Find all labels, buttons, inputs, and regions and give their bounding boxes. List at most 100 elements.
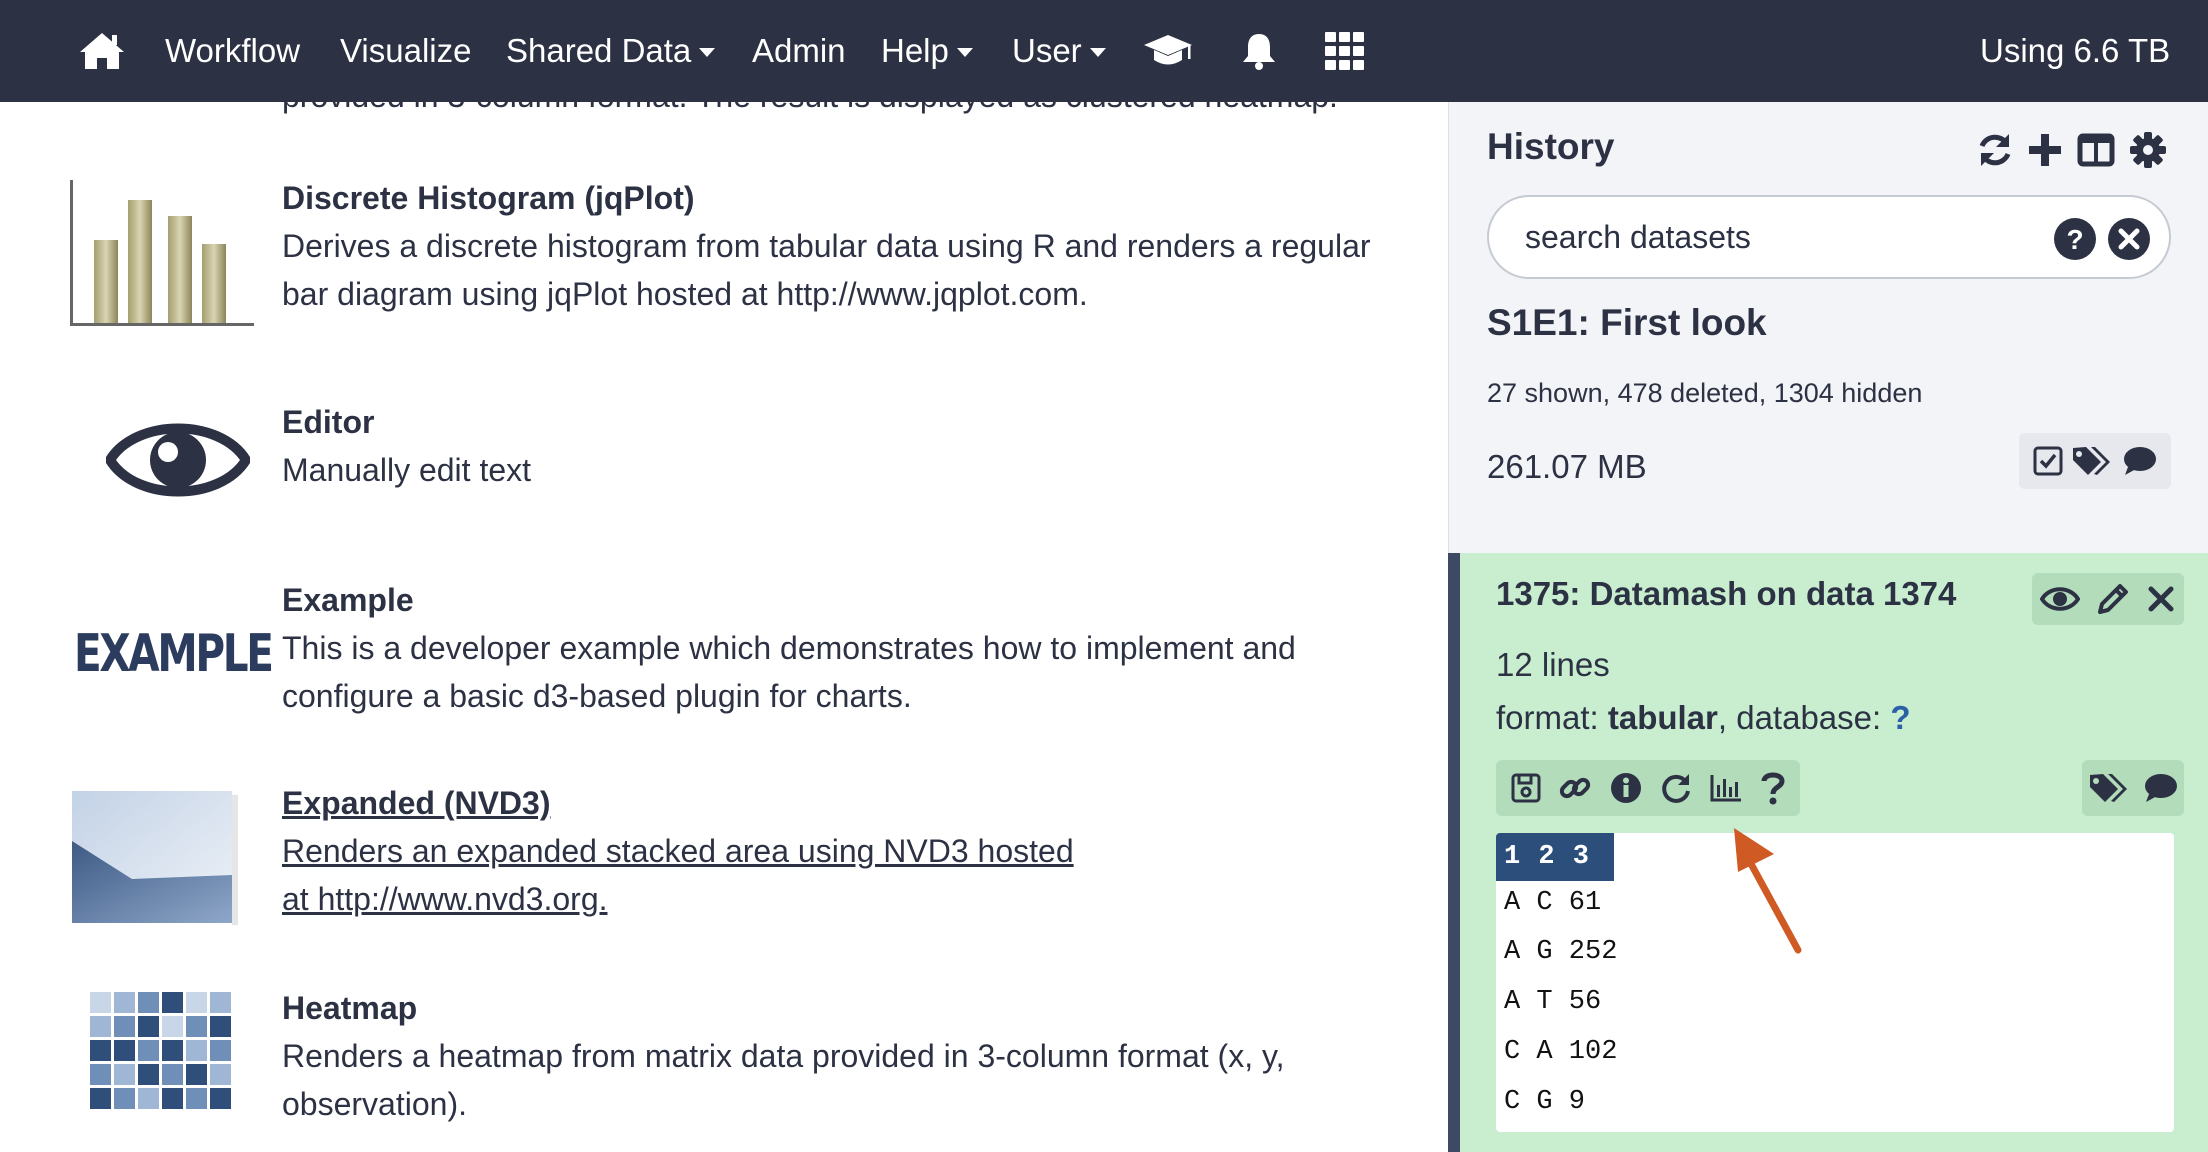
history-stats: 27 shown, 478 deleted, 1304 hidden — [1487, 378, 1923, 408]
clear-search-icon[interactable] — [2107, 217, 2151, 261]
plugin-description: Derives a discrete histogram from tabula… — [282, 228, 1371, 312]
heatmap-cell — [186, 1040, 207, 1061]
visualization-list: provided in 3-column format. The result … — [0, 102, 1448, 1152]
chevron-down-icon — [699, 47, 716, 57]
columns-icon[interactable] — [2077, 130, 2115, 170]
visualize-icon[interactable] — [1709, 773, 1743, 803]
heatmap-cell — [186, 992, 207, 1013]
heatmap-cell — [90, 1064, 111, 1085]
nav-workflow[interactable]: Workflow — [165, 0, 300, 102]
delete-icon[interactable] — [2146, 584, 2176, 614]
heatmap-cell — [210, 1016, 231, 1037]
nav-help-label: Help — [881, 32, 949, 69]
heatmap-cell — [186, 1016, 207, 1037]
heatmap-cell — [114, 1016, 135, 1037]
plugin-heatmap[interactable]: Heatmap Renders a heatmap from matrix da… — [0, 990, 1448, 1122]
peek-header: 1 2 3 — [1496, 833, 1614, 881]
top-navbar: Workflow Visualize Shared Data Admin Hel… — [0, 0, 2208, 102]
help-icon[interactable]: ? — [2053, 217, 2097, 261]
plugin-title: Heatmap — [282, 990, 418, 1026]
format-value: tabular — [1607, 699, 1718, 736]
select-checkbox-icon[interactable] — [2032, 445, 2064, 477]
database-value-link[interactable]: ? — [1890, 699, 1910, 736]
history-title: History — [1487, 126, 1615, 167]
heatmap-cell — [162, 992, 183, 1013]
plugin-description: This is a developer example which demons… — [282, 630, 1296, 714]
database-label: , database: — [1717, 699, 1891, 736]
heatmap-cell — [90, 1088, 111, 1109]
plugin-title[interactable]: Expanded (NVD3) — [282, 785, 550, 822]
graduation-cap-icon[interactable] — [1142, 0, 1194, 102]
chevron-down-icon — [1089, 47, 1106, 57]
grid-icon[interactable] — [1325, 0, 1365, 102]
eye-icon — [106, 423, 250, 497]
pencil-icon[interactable] — [2096, 582, 2130, 616]
nav-user[interactable]: User — [1012, 0, 1106, 102]
peek-row: A C 61 — [1504, 888, 1602, 918]
search-input[interactable] — [1525, 215, 2025, 259]
bell-icon[interactable] — [1240, 0, 1278, 102]
heatmap-cell — [90, 1040, 111, 1061]
heatmap-cell — [162, 1040, 183, 1061]
history-name[interactable]: S1E1: First look — [1487, 302, 1767, 344]
nav-user-label: User — [1012, 32, 1082, 69]
dataset-extra-buttons — [2082, 760, 2184, 816]
heatmap-cell — [210, 1088, 231, 1109]
heatmap-cell — [90, 992, 111, 1013]
save-icon[interactable] — [1510, 772, 1542, 804]
nav-visualize[interactable]: Visualize — [340, 0, 471, 102]
heatmap-cell — [210, 992, 231, 1013]
plugin-editor[interactable]: Editor Manually edit text — [0, 404, 1448, 504]
comment-icon[interactable] — [2143, 772, 2179, 804]
peek-row: C G 9 — [1504, 1087, 1586, 1117]
question-icon[interactable] — [1760, 771, 1786, 805]
heatmap-cell — [138, 1040, 159, 1061]
svg-text:?: ? — [2066, 224, 2083, 255]
plugin-description[interactable]: Renders an expanded stacked area using N… — [282, 827, 1102, 923]
heatmap-cell — [210, 1040, 231, 1061]
peek-row: A T 56 — [1504, 987, 1602, 1017]
heatmap-cell — [114, 992, 135, 1013]
heatmap-cell — [138, 1064, 159, 1085]
plugin-expanded-nvd3[interactable]: Expanded (NVD3) Renders an expanded stac… — [0, 785, 1448, 925]
heatmap-cell — [162, 1064, 183, 1085]
annotation-arrow — [1734, 828, 1802, 954]
stacked-area-thumbnail — [72, 791, 238, 925]
refresh-icon[interactable] — [1975, 130, 2015, 170]
history-actions — [2019, 433, 2171, 489]
storage-usage[interactable]: Using 6.6 TB — [1980, 0, 2170, 102]
heatmap-cell — [114, 1064, 135, 1085]
dataset-primary-actions — [2032, 573, 2184, 625]
gear-icon[interactable] — [2129, 130, 2167, 170]
plugin-example[interactable]: EXAMPLE Example This is a developer exam… — [0, 582, 1448, 714]
heatmap-cell — [186, 1088, 207, 1109]
plugin-description-cut: provided in 3-column format. The result … — [282, 102, 1338, 115]
plugin-discrete-histogram[interactable]: Discrete Histogram (jqPlot) Derives a di… — [0, 180, 1448, 330]
plugin-title: Discrete Histogram (jqPlot) — [282, 180, 695, 216]
plugin-title: Editor — [282, 404, 375, 440]
eye-icon[interactable] — [2040, 583, 2080, 615]
rerun-icon[interactable] — [1659, 771, 1693, 805]
comment-icon[interactable] — [2122, 445, 2158, 477]
nav-help[interactable]: Help — [881, 0, 973, 102]
heatmap-cell — [90, 1016, 111, 1037]
tags-icon[interactable] — [2088, 771, 2132, 805]
info-icon[interactable] — [1609, 771, 1643, 805]
heatmap-cell — [210, 1064, 231, 1085]
heatmap-cell — [138, 1016, 159, 1037]
tags-icon[interactable] — [2071, 444, 2115, 478]
link-icon[interactable] — [1558, 771, 1592, 805]
search-datasets: ? — [1487, 195, 2171, 279]
dataset-format: format: tabular, database: ? — [1496, 699, 1911, 737]
nav-admin[interactable]: Admin — [752, 0, 846, 102]
peek-row: A G 252 — [1504, 937, 1618, 967]
home-icon[interactable] — [78, 0, 126, 102]
plus-icon[interactable] — [2027, 130, 2063, 170]
nav-shared-data-label: Shared Data — [506, 32, 692, 69]
heatmap-cell — [114, 1040, 135, 1061]
dataset-title[interactable]: 1375: Datamash on data 1374 — [1496, 575, 1956, 613]
nav-shared-data[interactable]: Shared Data — [506, 0, 716, 102]
heatmap-cell — [162, 1016, 183, 1037]
plugin-description: Manually edit text — [282, 452, 532, 488]
example-logo: EXAMPLE — [74, 624, 274, 684]
